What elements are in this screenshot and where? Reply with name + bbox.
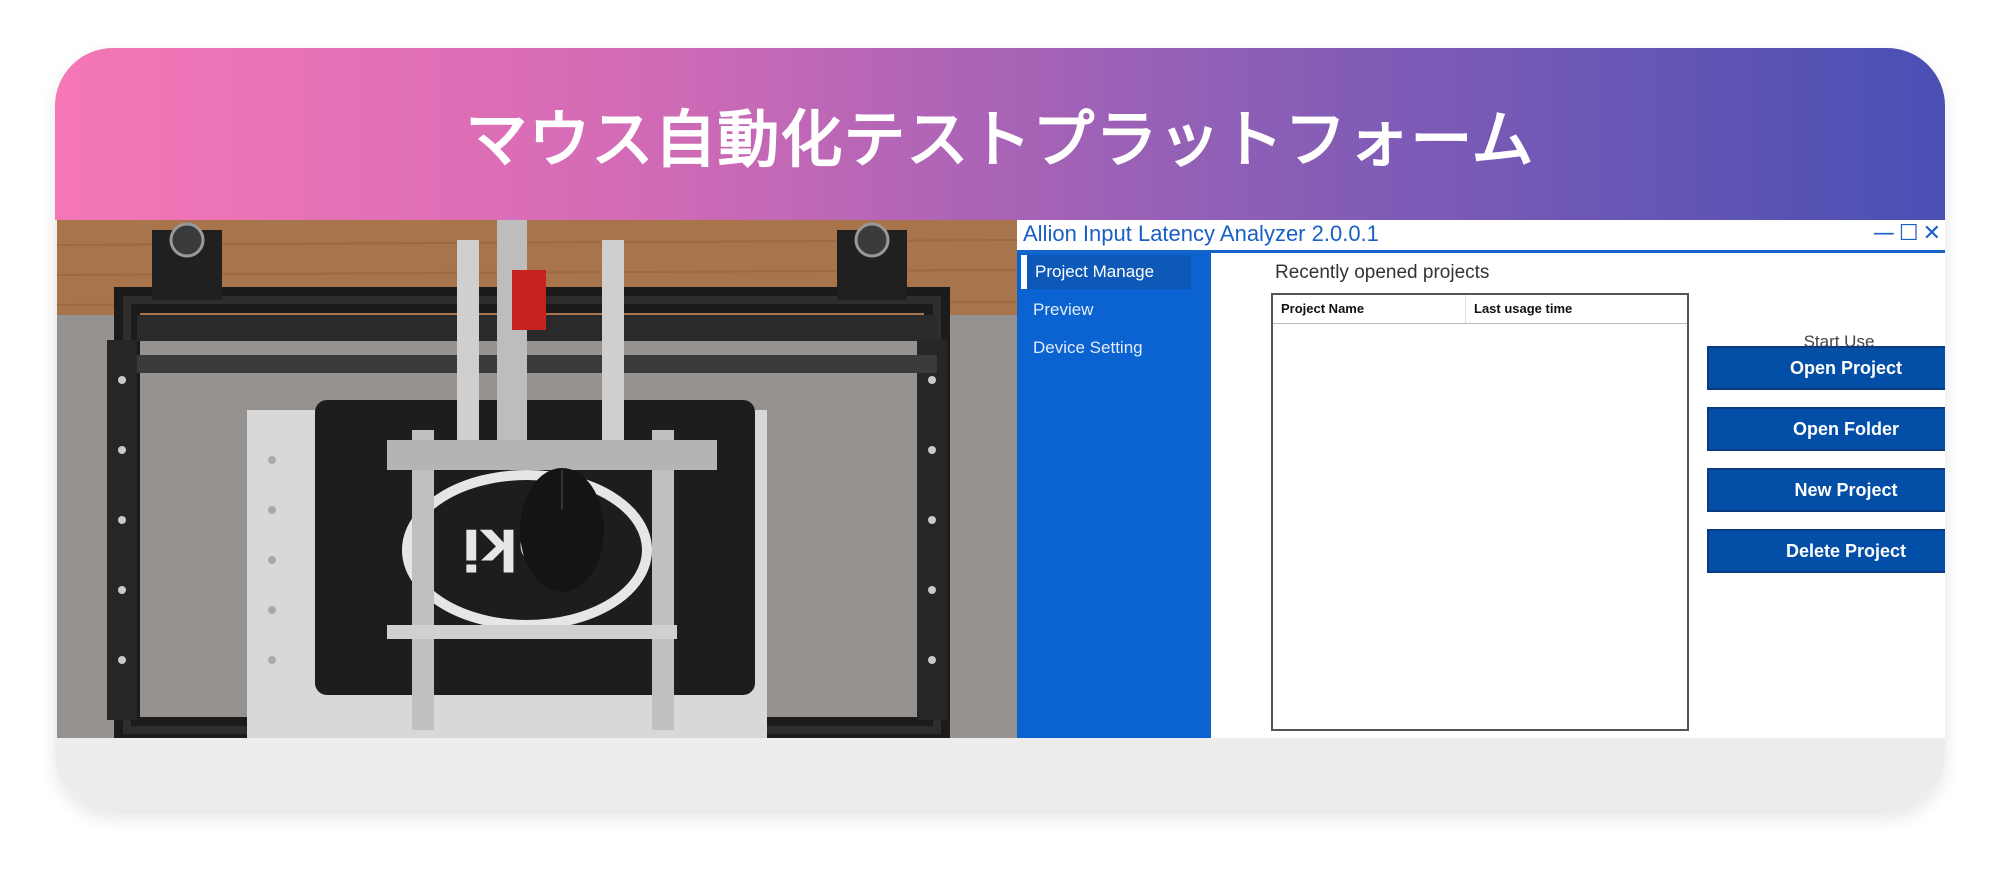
open-folder-button[interactable]: Open Folder: [1707, 407, 1945, 451]
close-icon[interactable]: ✕: [1923, 222, 1941, 246]
delete-project-button[interactable]: Delete Project: [1707, 529, 1945, 573]
column-header-last-usage-time[interactable]: Last usage time: [1466, 295, 1572, 323]
sidebar-item-preview[interactable]: Preview: [1021, 293, 1191, 327]
section-heading: Recently opened projects: [1275, 262, 1490, 283]
recent-projects-table[interactable]: Project Name Last usage time: [1271, 293, 1689, 731]
window-controls: — ☐ ✕: [1873, 222, 1941, 246]
feature-card: マウス自動化テストプラットフォーム Allion Input Latency A…: [55, 48, 1945, 810]
new-project-button[interactable]: New Project: [1707, 468, 1945, 512]
app-title: Allion Input Latency Analyzer 2.0.0.1: [1023, 221, 1379, 246]
sidebar: Project Manage Preview Device Setting: [1017, 253, 1211, 738]
title-bar: Allion Input Latency Analyzer 2.0.0.1 — …: [1017, 220, 1945, 253]
sidebar-item-project-manage[interactable]: Project Manage: [1021, 255, 1191, 289]
banner-title: マウス自動化テストプラットフォーム: [465, 103, 1535, 176]
sidebar-item-device-setting[interactable]: Device Setting: [1021, 331, 1191, 365]
table-header: Project Name Last usage time: [1273, 295, 1687, 324]
test-rig-illustration: Yoki: [57, 220, 1017, 738]
banner: マウス自動化テストプラットフォーム: [55, 48, 1945, 220]
open-project-button[interactable]: Open Project: [1707, 346, 1945, 390]
minimize-icon[interactable]: —: [1873, 222, 1895, 246]
maximize-icon[interactable]: ☐: [1899, 222, 1919, 246]
column-header-project-name[interactable]: Project Name: [1273, 295, 1466, 323]
app-window: Allion Input Latency Analyzer 2.0.0.1 — …: [1017, 220, 1945, 738]
test-rig-photo: Yoki: [57, 220, 1017, 738]
